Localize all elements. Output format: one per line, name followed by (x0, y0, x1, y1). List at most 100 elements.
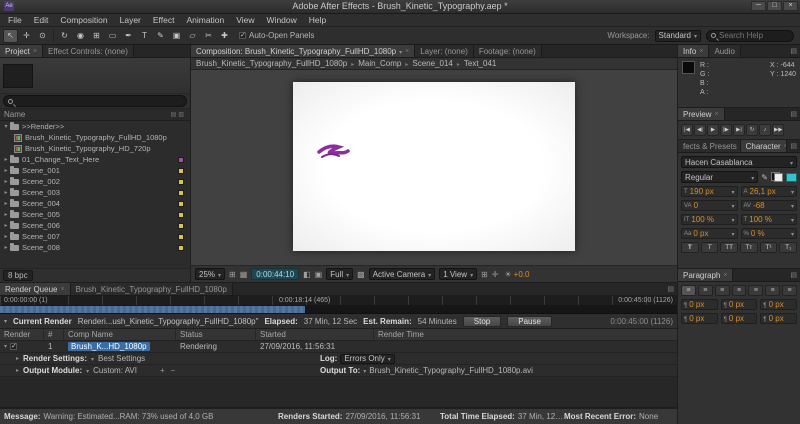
column-started[interactable]: Started (256, 329, 374, 340)
menu-edit[interactable]: Edit (28, 15, 55, 25)
twirl-icon[interactable]: ▸ (2, 233, 10, 240)
twirl-icon[interactable]: ▾ (2, 123, 10, 130)
tab-preview[interactable]: Preview× (678, 108, 725, 120)
label-color-swatch[interactable] (178, 168, 184, 174)
align-left-button[interactable]: ≡ (681, 285, 696, 296)
twirl-icon[interactable]: ▸ (2, 244, 10, 251)
project-item-scene[interactable]: ▸ Scene_002 (0, 176, 190, 187)
label-color-swatch[interactable] (178, 201, 184, 207)
composition-canvas[interactable] (293, 82, 575, 252)
project-item-render-folder[interactable]: ▾ >>Render>> (0, 121, 190, 132)
workspace-select[interactable]: Standard (655, 30, 701, 42)
render-timeline-ruler[interactable]: 0:00:00:00 (1) 0:00:18:14 (465) 0:00:45:… (0, 296, 677, 306)
label-color-swatch[interactable] (178, 245, 184, 251)
last-frame-button[interactable]: ▶| (733, 124, 745, 136)
stop-button[interactable]: Stop (463, 316, 501, 327)
baseline-shift-control[interactable]: 0 px (681, 228, 738, 239)
twirl-icon[interactable]: ▾ (4, 343, 7, 350)
snapshot-icon[interactable]: ◧ (303, 270, 311, 279)
indent-first-line-control[interactable]: 0 px (721, 299, 758, 310)
tab-character[interactable]: Character× (741, 140, 788, 152)
bit-depth-button[interactable]: 8 bpc (3, 270, 33, 281)
camera-select[interactable]: Active Camera (369, 268, 435, 280)
region-of-interest-icon[interactable]: ▩ (357, 270, 365, 279)
shape-tool-icon[interactable]: ▭ (105, 29, 120, 43)
tab-layer[interactable]: Layer: (none) (415, 45, 474, 57)
help-search[interactable] (706, 30, 794, 42)
breadcrumb-main-comp[interactable]: Main_Comp (358, 59, 401, 68)
project-item-scene[interactable]: ▸ Scene_008 (0, 242, 190, 253)
resolution-select[interactable]: Full (326, 268, 353, 280)
tab-audio[interactable]: Audio (709, 45, 740, 57)
column-number[interactable]: # (44, 329, 64, 340)
menu-file[interactable]: File (2, 15, 28, 25)
close-tab-icon[interactable]: × (714, 111, 718, 118)
maximize-button[interactable]: □ (767, 1, 782, 11)
render-queue-item-row[interactable]: ▾ 1 Brush_K...HD_1080p Rendering 27/09/2… (0, 341, 677, 353)
pixel-aspect-icon[interactable]: ⊞ (481, 270, 488, 279)
faux-bold-button[interactable]: T (681, 242, 699, 253)
twirl-icon[interactable]: ▸ (2, 211, 10, 218)
timeline-button-icon[interactable]: ✛ (492, 270, 499, 279)
breadcrumb-comp[interactable]: Brush_Kinetic_Typography_FullHD_1080p (196, 59, 347, 68)
project-item-comp-1080p[interactable]: Brush_Kinetic_Typography_FullHD_1080p (0, 132, 190, 143)
menu-layer[interactable]: Layer (114, 15, 147, 25)
selection-tool-icon[interactable]: ↖ (3, 29, 18, 43)
fill-stroke-swatches[interactable] (771, 172, 783, 182)
justify-last-center-button[interactable]: ≡ (748, 285, 763, 296)
project-item-scene[interactable]: ▸ Scene_007 (0, 231, 190, 242)
next-frame-button[interactable]: |▶ (720, 124, 732, 136)
close-tab-icon[interactable]: × (405, 48, 409, 55)
output-module-value[interactable]: Custom: AVI (93, 366, 137, 375)
pan-behind-tool-icon[interactable]: ⊞ (89, 29, 104, 43)
twirl-icon[interactable]: ▸ (2, 178, 10, 185)
render-item-checkbox[interactable] (10, 343, 17, 350)
tab-paragraph[interactable]: Paragraph× (678, 269, 733, 281)
twirl-icon[interactable]: ▸ (2, 222, 10, 229)
mask-visibility-icon[interactable]: ▦ (240, 270, 248, 279)
justify-last-left-button[interactable]: ≡ (732, 285, 747, 296)
twirl-icon[interactable]: ▸ (16, 367, 19, 374)
tab-effects-presets[interactable]: fects & Presets× (678, 140, 741, 152)
caret-icon[interactable] (363, 366, 366, 375)
camera-tool-icon[interactable]: ◉ (73, 29, 88, 43)
twirl-icon[interactable]: ▸ (16, 355, 19, 362)
brush-tool-icon[interactable]: ✎ (153, 29, 168, 43)
caret-icon[interactable] (86, 366, 89, 375)
twirl-icon[interactable]: ▾ (4, 318, 7, 325)
label-color-swatch[interactable] (178, 223, 184, 229)
zoom-tool-icon[interactable]: ⊙ (35, 29, 50, 43)
faux-italic-button[interactable]: T (701, 242, 719, 253)
stamp-tool-icon[interactable]: ▣ (169, 29, 184, 43)
panel-menu-icon[interactable]: ▤ (787, 108, 800, 120)
play-button[interactable]: ▶ (707, 124, 719, 136)
project-item-scene[interactable]: ▸ Scene_004 (0, 198, 190, 209)
label-color-swatch[interactable] (178, 234, 184, 240)
minimize-button[interactable]: ─ (751, 1, 766, 11)
render-item-comp-name[interactable]: Brush_K...HD_1080p (68, 342, 150, 351)
align-center-button[interactable]: ≡ (698, 285, 713, 296)
tab-footage[interactable]: Footage: (none) (474, 45, 542, 57)
space-after-control[interactable]: 0 px (721, 313, 758, 324)
twirl-icon[interactable]: ▸ (2, 200, 10, 207)
superscript-button[interactable]: T¹ (760, 242, 778, 253)
panel-menu-icon[interactable]: ▤ (787, 140, 800, 152)
close-tab-icon[interactable]: × (60, 286, 64, 293)
panel-menu-icon[interactable]: ▤ (787, 269, 800, 281)
project-item-scene[interactable]: ▸ Scene_005 (0, 209, 190, 220)
menu-animation[interactable]: Animation (180, 15, 230, 25)
tab-comp-timeline[interactable]: Brush_Kinetic_Typography_FullHD_1080p (71, 283, 233, 295)
pause-button[interactable]: Pause (507, 316, 552, 327)
pen-tool-icon[interactable]: ✒ (121, 29, 136, 43)
tsume-control[interactable]: 0 % (741, 228, 798, 239)
log-select[interactable]: Errors Only (340, 354, 394, 364)
magnification-select[interactable]: 25% (195, 268, 225, 280)
indent-right-control[interactable]: 0 px (760, 299, 797, 310)
first-frame-button[interactable]: |◀ (681, 124, 693, 136)
output-to-value[interactable]: Brush_Kinetic_Typography_FullHD_1080p.av… (369, 366, 533, 375)
leading-control[interactable]: 26,1 px (741, 186, 798, 197)
vertical-scale-control[interactable]: 100 % (681, 214, 738, 225)
panel-menu-icon[interactable]: ▤ (664, 283, 677, 295)
column-render[interactable]: Render (0, 329, 44, 340)
close-tab-icon[interactable]: × (723, 272, 727, 279)
